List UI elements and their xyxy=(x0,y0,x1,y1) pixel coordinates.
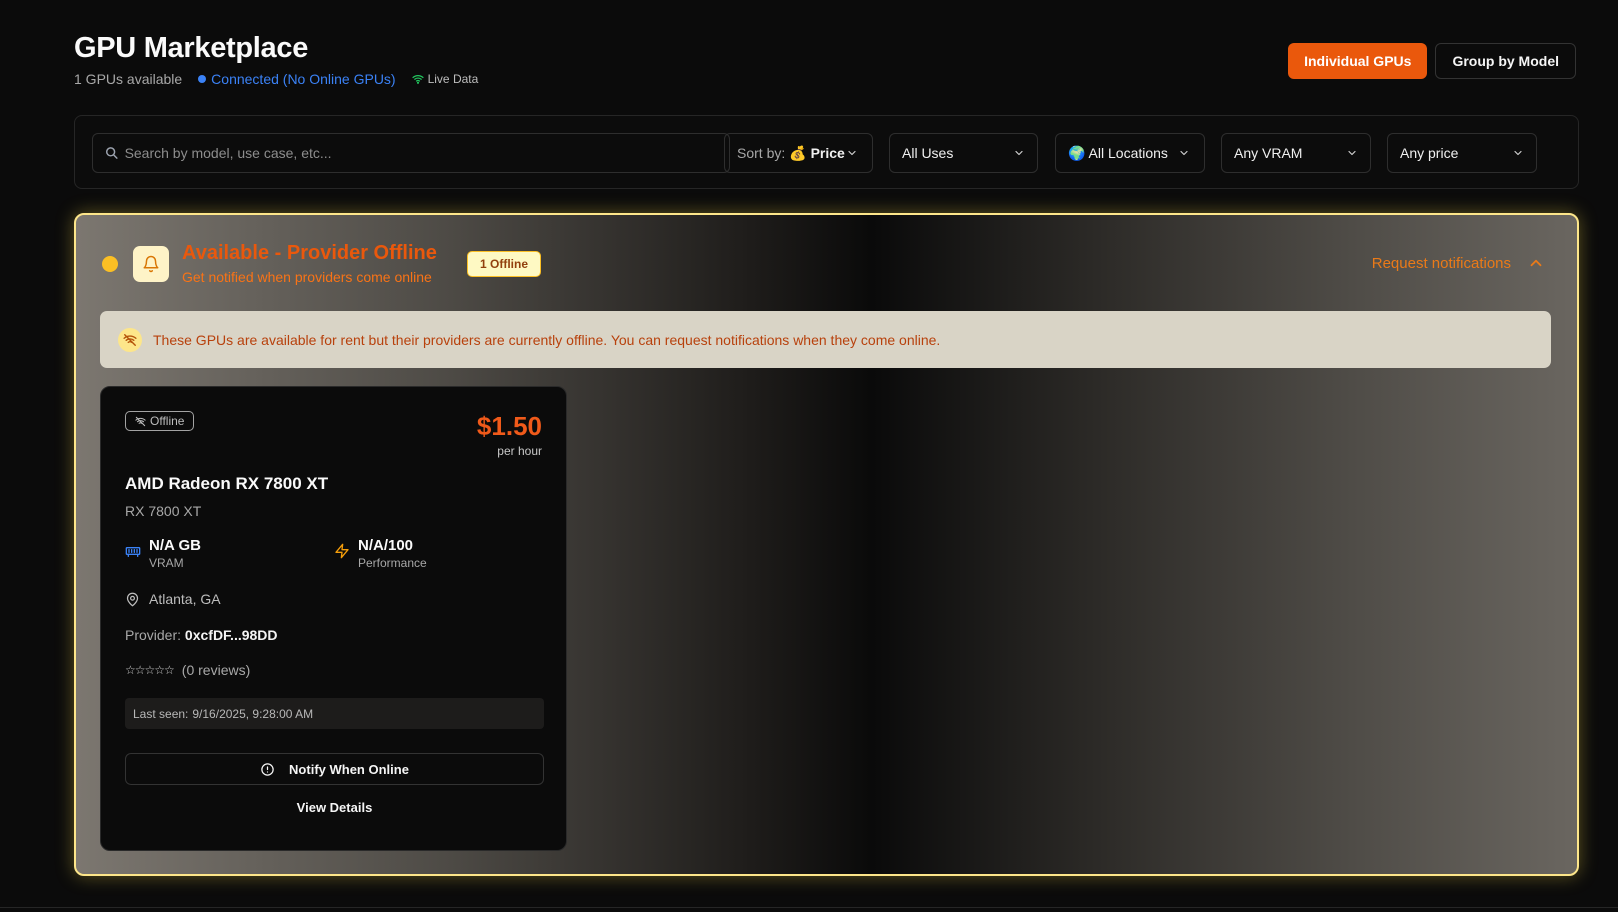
provider-info: Provider: 0xcfDF...98DD xyxy=(125,627,278,643)
vram-label: VRAM xyxy=(149,556,184,570)
price-value: Any price xyxy=(1400,145,1459,161)
section-title: Available - Provider Offline xyxy=(182,242,437,264)
chevron-down-icon xyxy=(848,150,856,156)
vram-value: Any VRAM xyxy=(1234,145,1303,161)
gpu-name: AMD Radeon RX 7800 XT xyxy=(125,474,329,493)
header-subline: 1 GPUs available Connected (No Online GP… xyxy=(74,71,478,87)
chevron-down-icon xyxy=(1514,150,1522,156)
view-details-button[interactable]: View Details xyxy=(125,791,544,823)
view-toggle: Individual GPUs Group by Model xyxy=(1288,43,1576,79)
location-text: Atlanta, GA xyxy=(149,591,221,607)
filter-bar: Sort by: 💰 Price All Uses 🌍 All Location… xyxy=(74,115,1579,189)
provider-address: 0xcfDF...98DD xyxy=(184,627,278,643)
vram-value: N/A GB xyxy=(149,537,201,554)
uses-value: All Uses xyxy=(902,145,954,161)
gpu-location: Atlanta, GA xyxy=(125,591,221,607)
wifi-off-icon xyxy=(135,416,146,426)
performance-label: Performance xyxy=(358,556,427,570)
rating-stars-icon: ☆☆☆☆☆ xyxy=(125,663,175,677)
live-data-label: Live Data xyxy=(427,72,479,86)
offline-info-banner: These GPUs are available for rent but th… xyxy=(100,311,1551,368)
last-seen-value: 9/16/2025, 9:28:00 AM xyxy=(192,706,314,721)
map-pin-icon xyxy=(126,592,139,606)
performance-spec: N/A/100 Performance xyxy=(334,537,427,570)
offline-count-badge: 1 Offline xyxy=(467,251,542,277)
search-box xyxy=(92,133,730,173)
wifi-off-icon xyxy=(118,327,142,352)
gpu-card: Offline $1.50 per hour AMD Radeon RX 780… xyxy=(100,386,567,851)
locations-select[interactable]: 🌍 All Locations xyxy=(1055,133,1205,173)
live-data-indicator: Live Data xyxy=(411,72,479,86)
page-title: GPU Marketplace xyxy=(74,32,309,64)
wifi-icon xyxy=(411,75,424,84)
bell-icon xyxy=(133,246,169,282)
page-header: GPU Marketplace 1 GPUs available Connect… xyxy=(74,32,478,87)
gpu-price: $1.50 xyxy=(476,411,542,441)
reviews-count: (0 reviews) xyxy=(181,662,251,678)
offline-status-badge: Offline xyxy=(125,411,195,431)
lightning-icon xyxy=(335,543,349,559)
chevron-down-icon xyxy=(1180,150,1188,156)
price-select[interactable]: Any price xyxy=(1387,133,1537,173)
notify-when-online-button[interactable]: Notify When Online xyxy=(125,753,544,785)
offline-providers-section: Available - Provider Offline Get notifie… xyxy=(74,213,1579,876)
connection-dot-icon xyxy=(198,75,207,83)
gpu-model: RX 7800 XT xyxy=(125,503,202,519)
group-by-model-button[interactable]: Group by Model xyxy=(1435,43,1576,79)
individual-gpus-button[interactable]: Individual GPUs xyxy=(1288,43,1428,79)
gpu-count: 1 GPUs available xyxy=(74,71,183,87)
bottom-divider xyxy=(0,907,1618,908)
chevron-down-icon xyxy=(1348,150,1356,156)
connection-status-text: Connected (No Online GPUs) xyxy=(211,71,396,87)
notify-label: Notify When Online xyxy=(289,761,409,777)
price-unit: per hour xyxy=(497,444,542,458)
offline-info-text: These GPUs are available for rent but th… xyxy=(153,331,941,348)
sort-value: 💰 Price xyxy=(789,144,845,161)
performance-value: N/A/100 xyxy=(358,537,414,554)
request-notifications-toggle[interactable]: Request notifications xyxy=(1372,254,1545,272)
vram-select[interactable]: Any VRAM xyxy=(1221,133,1371,173)
status-dot-icon xyxy=(102,256,118,272)
last-seen: Last seen: 9/16/2025, 9:28:00 AM xyxy=(125,698,544,729)
uses-select[interactable]: All Uses xyxy=(889,133,1038,173)
search-input[interactable] xyxy=(124,145,729,161)
search-icon xyxy=(105,147,118,159)
memory-icon xyxy=(125,547,141,557)
sort-select[interactable]: Sort by: 💰 Price xyxy=(724,133,873,173)
chevron-down-icon xyxy=(1015,150,1023,156)
offline-status-text: Offline xyxy=(150,414,185,428)
request-notifications-label: Request notifications xyxy=(1371,254,1511,272)
connection-status: Connected (No Online GPUs) xyxy=(198,71,396,87)
chevron-up-icon xyxy=(1530,259,1542,267)
locations-value: 🌍 All Locations xyxy=(1068,144,1168,161)
provider-label: Provider: xyxy=(125,627,182,643)
last-seen-label: Last seen: xyxy=(133,706,189,721)
sort-prefix: Sort by: xyxy=(737,145,786,161)
rating: ☆☆☆☆☆ (0 reviews) xyxy=(125,662,250,678)
vram-spec: N/A GB VRAM xyxy=(125,537,201,570)
section-subtitle: Get notified when providers come online xyxy=(182,269,432,285)
alert-circle-icon xyxy=(261,762,274,776)
